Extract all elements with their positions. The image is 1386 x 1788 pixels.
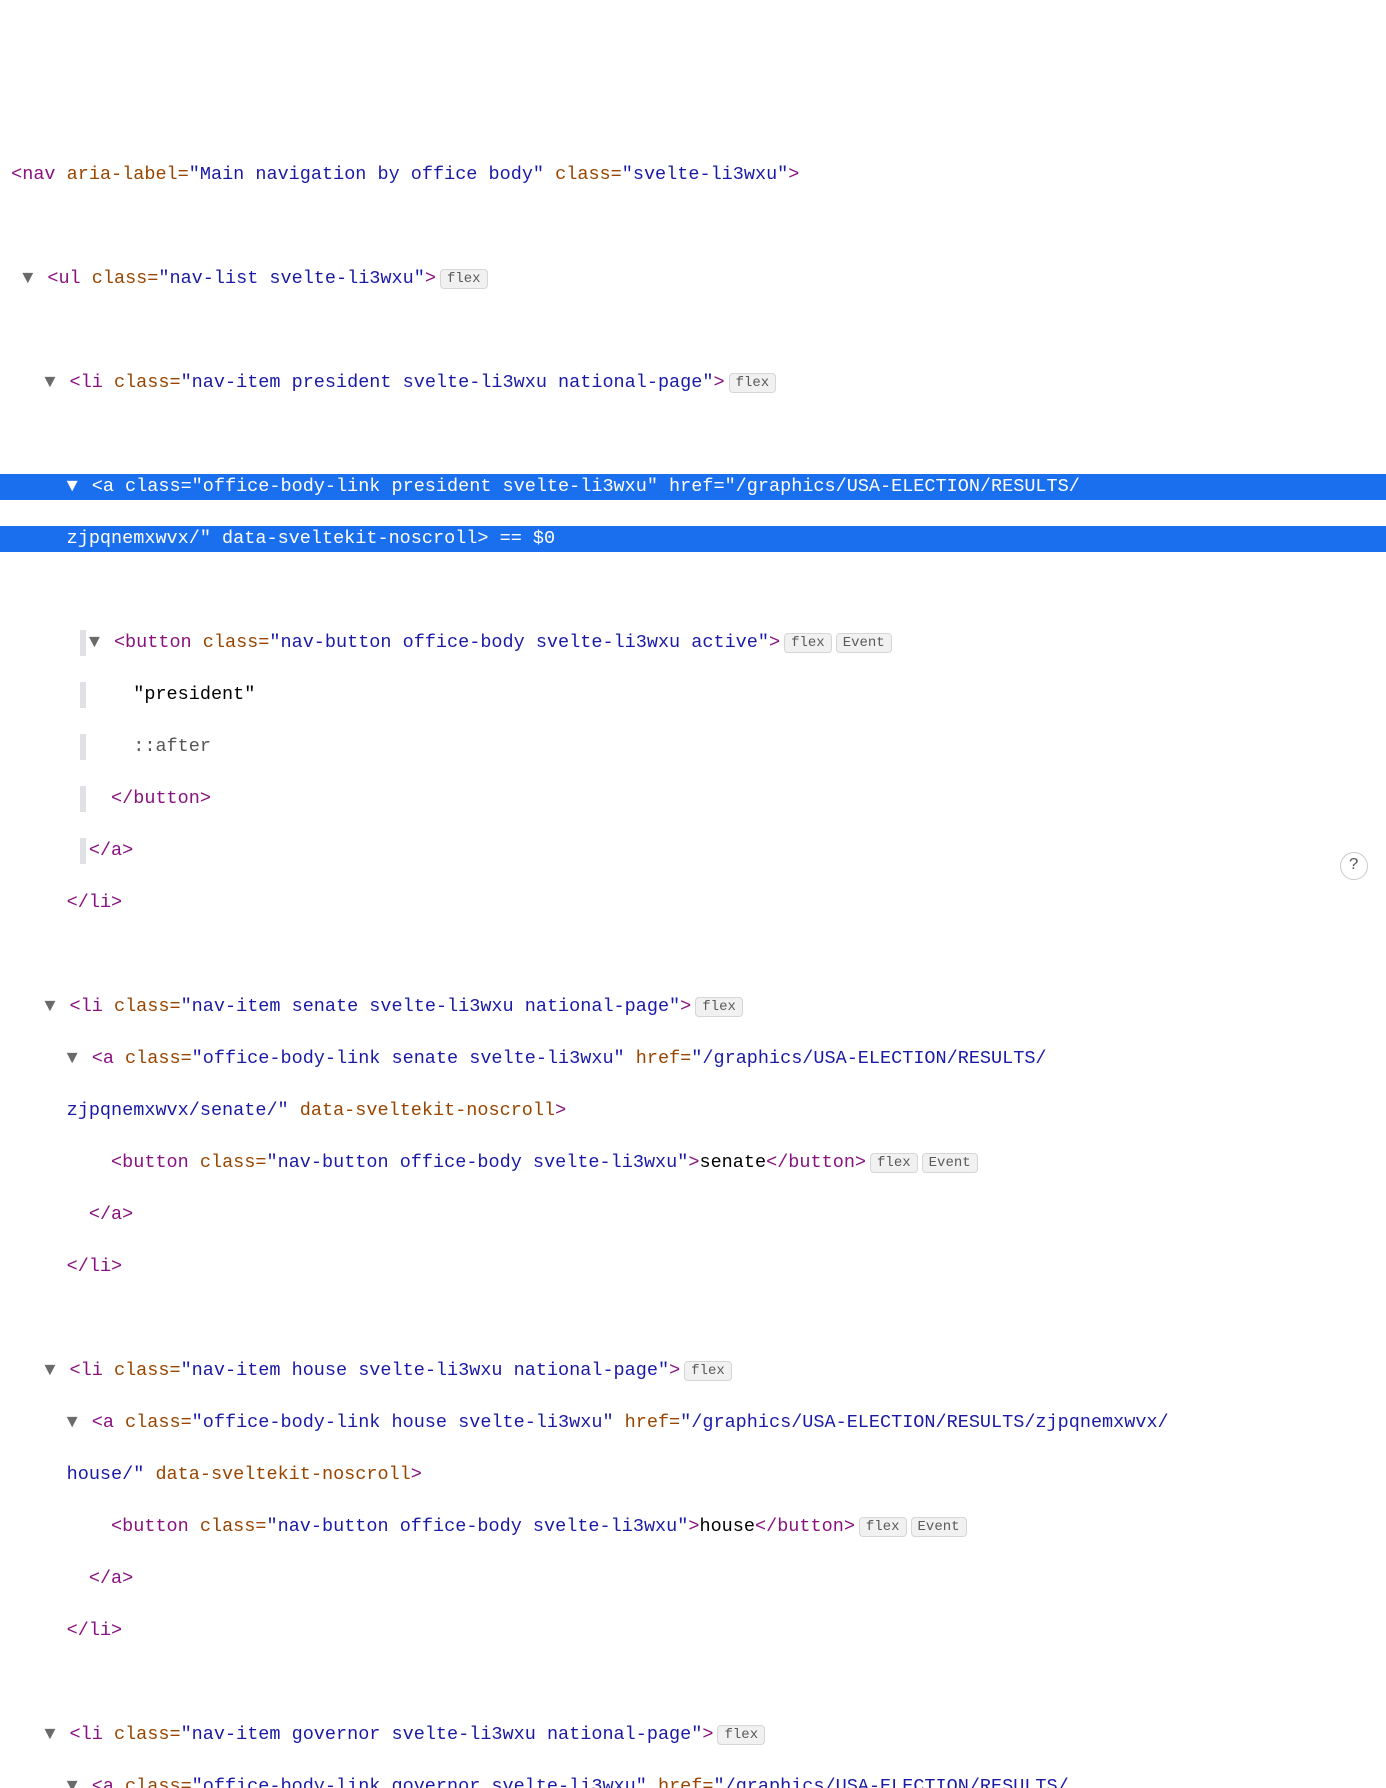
dom-close-button[interactable]: </button>: [0, 786, 1386, 812]
disclosure-triangle-icon[interactable]: ▼: [67, 474, 81, 500]
dom-node-button-house[interactable]: <button class="nav-button office-body sv…: [0, 1514, 1386, 1540]
flex-badge: flex: [729, 373, 777, 393]
disclosure-triangle-icon[interactable]: ▼: [89, 630, 103, 656]
dom-pseudo-after[interactable]: ::after: [0, 734, 1386, 760]
dom-text-president[interactable]: "president": [0, 682, 1386, 708]
event-badge[interactable]: Event: [836, 633, 892, 653]
flex-badge: flex: [440, 269, 488, 289]
dom-node-ul[interactable]: ▼ <ul class="nav-list svelte-li3wxu">fle…: [0, 266, 1386, 292]
flex-badge: flex: [695, 997, 743, 1017]
event-badge[interactable]: Event: [911, 1517, 967, 1537]
flex-badge: flex: [870, 1153, 918, 1173]
dom-node-li-house[interactable]: ▼ <li class="nav-item house svelte-li3wx…: [0, 1358, 1386, 1384]
dom-node-button-senate[interactable]: <button class="nav-button office-body sv…: [0, 1150, 1386, 1176]
disclosure-triangle-icon[interactable]: ▼: [44, 994, 58, 1020]
dom-close-a-senate[interactable]: </a>: [0, 1202, 1386, 1228]
dom-node-a-senate-cont[interactable]: zjpqnemxwvx/senate/" data-sveltekit-nosc…: [0, 1098, 1386, 1124]
selected-element-ref: == $0: [500, 528, 556, 549]
flex-badge: flex: [684, 1361, 732, 1381]
dom-node-button-president[interactable]: ▼ <button class="nav-button office-body …: [0, 630, 1386, 656]
dom-close-li-senate[interactable]: </li>: [0, 1254, 1386, 1280]
dom-node-a-house[interactable]: ▼ <a class="office-body-link house svelt…: [0, 1410, 1386, 1436]
dom-node-li-senate[interactable]: ▼ <li class="nav-item senate svelte-li3w…: [0, 994, 1386, 1020]
disclosure-triangle-icon[interactable]: ▼: [22, 266, 36, 292]
dom-tree[interactable]: <nav aria-label="Main navigation by offi…: [0, 104, 1386, 1788]
dom-close-a-house[interactable]: </a>: [0, 1566, 1386, 1592]
dom-node-a-house-cont[interactable]: house/" data-sveltekit-noscroll>: [0, 1462, 1386, 1488]
disclosure-triangle-icon[interactable]: ▼: [44, 1722, 58, 1748]
dom-close-li-house[interactable]: </li>: [0, 1618, 1386, 1644]
dom-node-nav[interactable]: <nav aria-label="Main navigation by offi…: [0, 162, 1386, 188]
disclosure-triangle-icon[interactable]: ▼: [44, 370, 58, 396]
disclosure-triangle-icon[interactable]: ▼: [44, 1358, 58, 1384]
flex-badge: flex: [859, 1517, 907, 1537]
dom-node-a-senate[interactable]: ▼ <a class="office-body-link senate svel…: [0, 1046, 1386, 1072]
flex-badge: flex: [717, 1725, 765, 1745]
dom-node-a-governor[interactable]: ▼ <a class="office-body-link governor sv…: [0, 1774, 1386, 1788]
disclosure-triangle-icon[interactable]: ▼: [67, 1774, 81, 1788]
dom-node-a-president-selected-cont[interactable]: zjpqnemxwvx/" data-sveltekit-noscroll> =…: [0, 526, 1386, 552]
flex-badge: flex: [784, 633, 832, 653]
help-button[interactable]: ?: [1340, 852, 1368, 880]
event-badge[interactable]: Event: [922, 1153, 978, 1173]
disclosure-triangle-icon[interactable]: ▼: [67, 1046, 81, 1072]
disclosure-triangle-icon[interactable]: ▼: [67, 1410, 81, 1436]
dom-close-a[interactable]: </a>: [0, 838, 1386, 864]
dom-node-a-president-selected[interactable]: ▼ <a class="office-body-link president s…: [0, 474, 1386, 500]
dom-node-li-president[interactable]: ▼ <li class="nav-item president svelte-l…: [0, 370, 1386, 396]
dom-node-li-governor[interactable]: ▼ <li class="nav-item governor svelte-li…: [0, 1722, 1386, 1748]
